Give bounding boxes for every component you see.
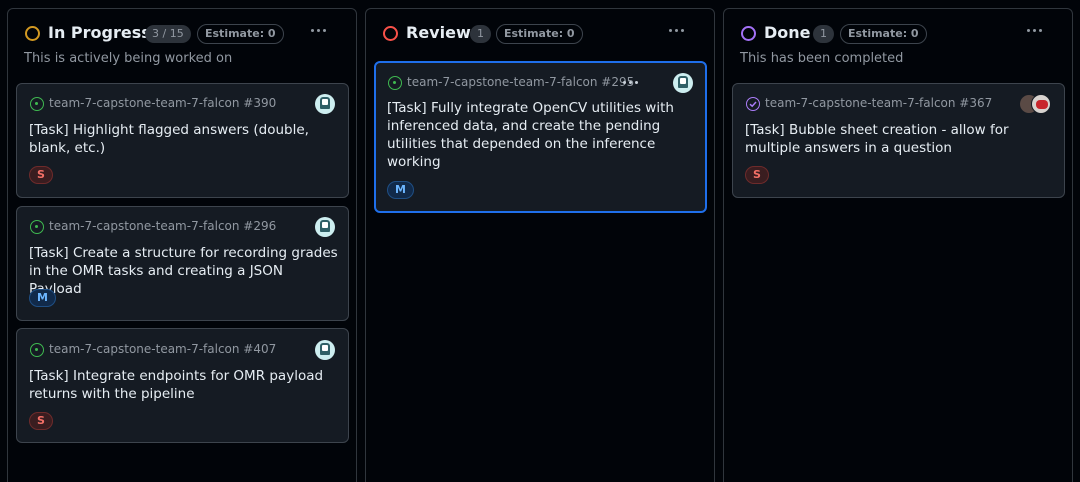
status-circle-icon xyxy=(741,26,756,41)
issue-card[interactable]: team-7-capstone-team-7-falcon #367 [Task… xyxy=(732,83,1065,198)
item-count-badge: 1 xyxy=(470,25,491,43)
column-review: Review 1 Estimate: 0 team-7-capstone-tea… xyxy=(365,8,715,482)
size-label: S xyxy=(29,412,53,430)
column-description: This has been completed xyxy=(740,51,904,66)
column-title: In Progress xyxy=(48,23,151,42)
column-description: This is actively being worked on xyxy=(24,51,233,66)
issue-card[interactable]: team-7-capstone-team-7-falcon #407 [Task… xyxy=(16,328,349,443)
open-issue-icon xyxy=(30,343,44,357)
column-header: Review 1 Estimate: 0 xyxy=(366,9,714,59)
status-circle-icon xyxy=(25,26,40,41)
assignee-avatar[interactable] xyxy=(315,217,335,237)
size-label: M xyxy=(387,181,414,199)
issue-reference-link[interactable]: team-7-capstone-team-7-falcon #407 xyxy=(49,342,276,356)
open-issue-icon xyxy=(30,97,44,111)
size-label: M xyxy=(29,289,56,307)
issue-title-link[interactable]: [Task] Bubble sheet creation - allow for… xyxy=(745,121,1035,157)
column-title: Review xyxy=(406,23,471,42)
estimate-badge: Estimate: 0 xyxy=(496,24,583,44)
assignee-avatar[interactable] xyxy=(315,94,335,114)
issue-reference-link[interactable]: team-7-capstone-team-7-falcon #390 xyxy=(49,96,276,110)
estimate-badge: Estimate: 0 xyxy=(840,24,927,44)
issue-reference-link[interactable]: team-7-capstone-team-7-falcon #295 xyxy=(407,75,634,89)
open-issue-icon xyxy=(388,76,402,90)
open-issue-icon xyxy=(30,220,44,234)
issue-card[interactable]: team-7-capstone-team-7-falcon #390 [Task… xyxy=(16,83,349,198)
issue-card-selected[interactable]: team-7-capstone-team-7-falcon #295 [Task… xyxy=(374,61,707,213)
column-options-button[interactable] xyxy=(308,21,330,41)
status-circle-icon xyxy=(383,26,398,41)
issue-reference-link[interactable]: team-7-capstone-team-7-falcon #296 xyxy=(49,219,276,233)
size-label: S xyxy=(29,166,53,184)
card-options-button[interactable] xyxy=(620,75,642,89)
issue-title-link[interactable]: [Task] Highlight flagged answers (double… xyxy=(29,121,329,157)
assignee-avatar[interactable] xyxy=(673,73,693,93)
column-title: Done xyxy=(764,23,811,42)
issue-title-link[interactable]: [Task] Fully integrate OpenCV utilities … xyxy=(387,99,687,171)
issue-card[interactable]: team-7-capstone-team-7-falcon #296 [Task… xyxy=(16,206,349,321)
assignee-avatar[interactable] xyxy=(315,340,335,360)
issue-reference-link[interactable]: team-7-capstone-team-7-falcon #367 xyxy=(765,96,992,110)
closed-issue-icon xyxy=(746,97,760,111)
column-in-progress: In Progress 3 / 15 Estimate: 0 This is a… xyxy=(7,8,357,482)
item-count-badge: 1 xyxy=(813,25,834,43)
item-count-badge: 3 / 15 xyxy=(145,25,191,43)
issue-title-link[interactable]: [Task] Create a structure for recording … xyxy=(29,244,339,298)
column-options-button[interactable] xyxy=(666,21,688,41)
column-options-button[interactable] xyxy=(1024,21,1046,41)
assignee-avatar[interactable] xyxy=(1031,94,1051,114)
size-label: S xyxy=(745,166,769,184)
issue-title-link[interactable]: [Task] Integrate endpoints for OMR paylo… xyxy=(29,367,329,403)
column-done: Done 1 Estimate: 0 This has been complet… xyxy=(723,8,1073,482)
estimate-badge: Estimate: 0 xyxy=(197,24,284,44)
